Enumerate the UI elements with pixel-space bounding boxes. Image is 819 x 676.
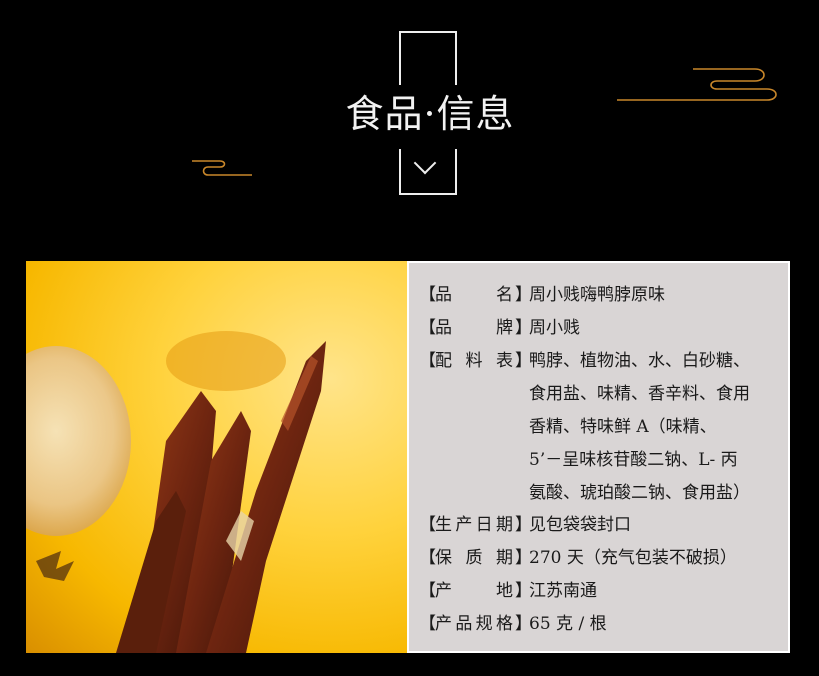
section-title: 食品·信息 — [345, 92, 515, 136]
info-row-origin: 【 产 地 】 江苏南通 — [419, 575, 779, 608]
info-row-name: 【 品 名 】 周小贱嗨鸭脖原味 — [419, 279, 779, 312]
info-label: 【 品 牌 】 — [419, 318, 532, 338]
info-row-production-date: 【 生 产 日 期 】 见包袋袋封口 — [419, 509, 779, 542]
product-photo — [26, 261, 407, 653]
info-label: 【 生 产 日 期 】 — [419, 515, 532, 535]
info-row-ingredients: 【 配 料 表 】 鸭脖、植物油、水、白砂糖、 食用盐、味精、香辛料、食用 香精… — [419, 345, 779, 510]
info-value: 周小贱 — [529, 318, 580, 338]
info-list: 【 品 名 】 周小贱嗨鸭脖原味 【 品 牌 】 周小贱 【 配 料 表 】 鸭… — [409, 263, 788, 651]
info-row-spec: 【 产 品 规 格 】 65 克 / 根 — [419, 608, 779, 641]
product-info-panel: 【 品 名 】 周小贱嗨鸭脖原味 【 品 牌 】 周小贱 【 配 料 表 】 鸭… — [26, 261, 790, 653]
frame-top — [399, 31, 457, 85]
info-value: 270 天（充气包装不破损） — [529, 548, 737, 568]
info-value: 江苏南通 — [529, 581, 597, 601]
info-value: 周小贱嗨鸭脖原味 — [529, 285, 665, 305]
info-label: 【 配 料 表 】 — [419, 351, 532, 371]
info-value: 鸭脖、植物油、水、白砂糖、 食用盐、味精、香辛料、食用 香精、特味鲜 A（味精、… — [529, 351, 750, 503]
info-label: 【 产 品 规 格 】 — [419, 614, 532, 634]
info-row-brand: 【 品 牌 】 周小贱 — [419, 312, 779, 345]
duck-neck-image — [26, 331, 326, 653]
cloud-ornament-right-icon — [617, 68, 777, 101]
info-value: 见包袋袋封口 — [529, 515, 631, 535]
info-row-shelf-life: 【 保 质 期 】 270 天（充气包装不破损） — [419, 542, 779, 575]
info-label: 【 品 名 】 — [419, 285, 532, 305]
info-label: 【 保 质 期 】 — [419, 548, 532, 568]
cloud-ornament-left-icon — [192, 160, 252, 176]
info-label: 【 产 地 】 — [419, 581, 532, 601]
info-value: 65 克 / 根 — [529, 614, 607, 634]
section-header: 食品·信息 — [0, 0, 819, 240]
